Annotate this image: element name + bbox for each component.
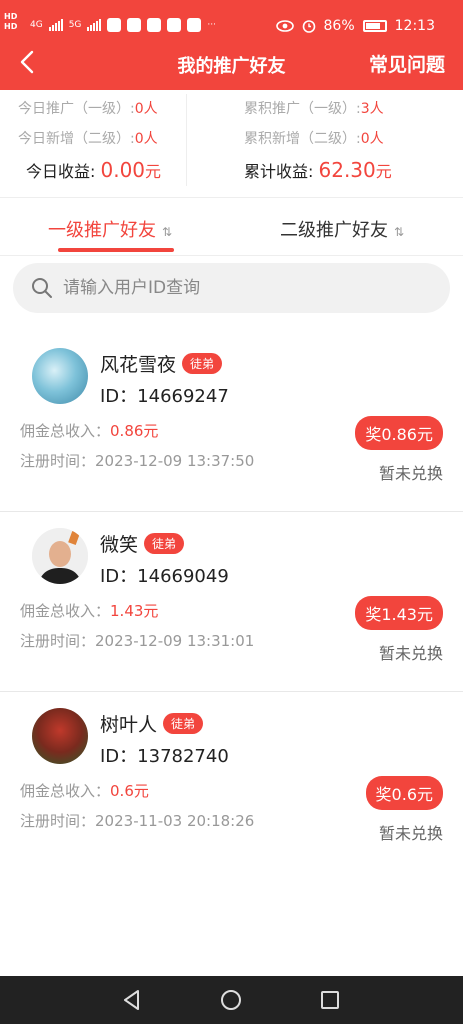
exchange-status: 暂未兑换 — [378, 644, 443, 663]
stats-divider — [186, 94, 187, 186]
friend-id: ID：14669049 — [100, 566, 229, 587]
square-recent-icon[interactable] — [318, 988, 342, 1012]
friend-name: 树叶人 徒弟 — [100, 710, 204, 737]
today-earnings: 今日收益: 0.00元 — [26, 158, 162, 182]
total-level2-value: 0人 — [360, 131, 384, 147]
friend-id: ID：14669247 — [100, 386, 229, 407]
today-level2-value: 0人 — [134, 131, 158, 147]
sort-icon[interactable]: ⇅ — [162, 225, 172, 239]
faq-button[interactable]: 常见问题 — [369, 50, 445, 77]
register-time-row: 注册时间：2023-11-03 20:18:26 — [20, 812, 255, 830]
sort-icon[interactable]: ⇅ — [394, 225, 404, 239]
register-time: 2023-12-09 13:31:01 — [95, 632, 255, 650]
battery-percent: 86% — [323, 18, 355, 34]
register-time: 2023-12-09 13:37:50 — [95, 452, 255, 470]
total-earnings: 累计收益: 62.30元 — [244, 158, 392, 182]
avatar — [32, 528, 88, 584]
commission-value: 1.43元 — [110, 602, 159, 620]
reward-badge[interactable]: 奖0.86元 — [355, 416, 443, 450]
tab-level2-friends[interactable]: 二级推广好友 ⇅ — [280, 216, 404, 242]
tab-bar: 一级推广好友 ⇅ 二级推广好友 ⇅ — [0, 200, 463, 256]
commission-row: 佣金总收入：0.6元 — [20, 782, 149, 800]
signal-2-label: 5G — [68, 20, 82, 30]
app-notification-icon — [107, 18, 122, 32]
signal-2-icon — [87, 19, 102, 31]
exchange-status: 暂未兑换 — [378, 824, 443, 843]
apprentice-badge: 徒弟 — [182, 353, 223, 374]
search-icon — [32, 278, 52, 298]
search-input[interactable] — [63, 275, 423, 301]
total-level1-row: 累积推广（一级）:3人 — [244, 101, 384, 117]
top-bar: HD HD 4G 5G ··· 86% 12:13 我的推广好友 常见问题 — [0, 0, 463, 90]
app-notification-icon — [127, 18, 142, 32]
exchange-status: 暂未兑换 — [378, 464, 443, 483]
apprentice-badge: 徒弟 — [163, 713, 204, 734]
register-time: 2023-11-03 20:18:26 — [95, 812, 255, 830]
circle-home-icon[interactable] — [219, 988, 243, 1012]
reward-badge[interactable]: 奖1.43元 — [355, 596, 443, 630]
today-earnings-value: 0.00 — [100, 158, 146, 182]
register-time-row: 注册时间：2023-12-09 13:31:01 — [20, 632, 255, 650]
total-earnings-value: 62.30 — [318, 158, 376, 182]
alarm-icon — [302, 20, 315, 33]
friend-id: ID：13782740 — [100, 746, 229, 767]
list-item[interactable]: 微笑 徒弟 ID：14669049 佣金总收入：1.43元 注册时间：2023-1… — [0, 512, 463, 692]
today-level1-row: 今日推广（一级）:0人 — [18, 101, 158, 117]
avatar — [32, 708, 88, 764]
commission-value: 0.6元 — [110, 782, 149, 800]
total-level2-row: 累积新增（二级）:0人 — [244, 131, 384, 147]
list-item[interactable]: 风花雪夜 徒弟 ID：14669247 佣金总收入：0.86元 注册时间：2023… — [0, 332, 463, 512]
app-notification-icon — [187, 18, 202, 32]
active-tab-indicator — [58, 248, 174, 252]
app-notification-icon — [147, 18, 162, 32]
total-level1-value: 3人 — [360, 101, 384, 117]
list-item[interactable]: 树叶人 徒弟 ID：13782740 佣金总收入：0.6元 注册时间：2023-1… — [0, 692, 463, 872]
header: 我的推广好友 常见问题 — [0, 40, 463, 90]
signal-1-icon — [48, 19, 63, 31]
tab-level1-friends[interactable]: 一级推广好友 ⇅ — [48, 216, 172, 242]
status-left: 4G 5G ··· — [30, 18, 216, 32]
eye-icon — [275, 20, 294, 32]
search-bar[interactable] — [13, 263, 450, 313]
person-avatar-icon — [32, 528, 88, 584]
clock: 12:13 — [394, 18, 435, 34]
stats-panel: 今日推广（一级）:0人 今日新增（二级）:0人 今日收益: 0.00元 累积推广… — [0, 90, 463, 198]
app-root: HD HD 4G 5G ··· 86% 12:13 我的推广好友 常见问题 今日… — [0, 0, 463, 1024]
triangle-back-icon[interactable] — [120, 988, 144, 1012]
today-level1-value: 0人 — [134, 101, 158, 117]
app-notification-icon — [167, 18, 182, 32]
commission-value: 0.86元 — [110, 422, 159, 440]
total-stats: 累积推广（一级）:3人 累积新增（二级）:0人 累计收益: 62.30元 — [244, 90, 444, 190]
today-level2-row: 今日新增（二级）:0人 — [18, 131, 158, 147]
register-time-row: 注册时间：2023-12-09 13:37:50 — [20, 452, 255, 470]
apprentice-badge: 徒弟 — [144, 533, 185, 554]
status-bar: HD HD 4G 5G ··· 86% 12:13 — [0, 0, 463, 40]
today-stats: 今日推广（一级）:0人 今日新增（二级）:0人 今日收益: 0.00元 — [18, 90, 188, 190]
more-notifications-icon: ··· — [207, 20, 216, 30]
network-label: HD HD — [4, 12, 18, 31]
signal-1-label: 4G — [30, 20, 43, 30]
friend-name: 风花雪夜 徒弟 — [100, 350, 223, 377]
system-nav-bar — [0, 976, 463, 1024]
battery-icon — [362, 20, 387, 32]
avatar — [32, 348, 88, 404]
commission-row: 佣金总收入：0.86元 — [20, 422, 159, 440]
commission-row: 佣金总收入：1.43元 — [20, 602, 159, 620]
status-right: 86% 12:13 — [275, 18, 435, 34]
friend-name: 微笑 徒弟 — [100, 530, 185, 557]
reward-badge[interactable]: 奖0.6元 — [365, 776, 443, 810]
